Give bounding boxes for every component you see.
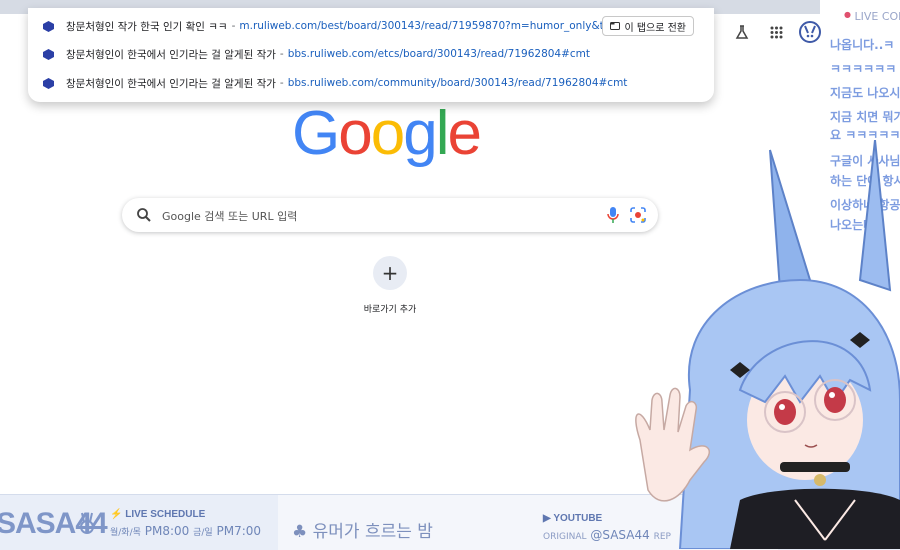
apps-grid-icon[interactable] — [766, 22, 786, 42]
chat-message: 지금도 나오시 — [830, 86, 900, 100]
toolbar-icons — [700, 20, 825, 44]
chat-message: 나옵니다..ㅋ — [830, 38, 895, 52]
add-shortcut-button[interactable]: + 바로가기 추가 — [354, 256, 426, 315]
labs-flask-icon[interactable] — [732, 22, 752, 42]
suggestion-separator: - — [231, 20, 236, 32]
tab-icon — [610, 22, 621, 30]
switch-to-tab-button[interactable]: 이 탭으로 전환 — [602, 16, 694, 36]
omnibox-suggestions: 창문처형인 작가 한국 인기 확인 ㅋㅋ - m.ruliweb.com/bes… — [28, 8, 714, 102]
logo-letter: l — [435, 99, 450, 168]
logo-letter: o — [338, 99, 373, 168]
search-icon — [137, 208, 151, 222]
youtube-prefix: ORIGINAL — [543, 532, 587, 542]
clover-icon: ♣ — [292, 522, 308, 542]
switch-to-tab-label: 이 탭으로 전환 — [624, 22, 686, 34]
add-shortcut-label: 바로가기 추가 — [363, 305, 417, 315]
bunny-icon — [80, 512, 94, 534]
chat-header: ● LIVE COMM — [844, 10, 900, 23]
schedule-time: PM7:00 — [216, 524, 262, 538]
ruliweb-favicon-icon — [43, 77, 54, 89]
chat-header-text: LIVE COMM — [854, 10, 900, 23]
voice-search-icon[interactable] — [606, 207, 620, 223]
youtube-title: YOUTUBE — [553, 513, 603, 524]
suggestion-row[interactable]: 창문처형인이 한국에서 인기라는 걸 알게된 작가 - bbs.ruliweb.… — [28, 40, 714, 68]
schedule-days: 월/화/목 — [110, 528, 141, 538]
profile-avatar-icon[interactable] — [798, 20, 822, 44]
schedule-days: 금/일 — [193, 528, 213, 538]
suggestion-row[interactable]: 창문처형인 작가 한국 인기 확인 ㅋㅋ - m.ruliweb.com/bes… — [28, 12, 714, 40]
logo-letter: g — [403, 99, 438, 168]
suggestion-separator: - — [279, 48, 284, 60]
chat-message: 지금 치면 뭐가 — [830, 110, 900, 124]
youtube-icon: ▶ — [543, 513, 551, 524]
plus-icon: + — [373, 256, 407, 290]
song-title: ♣ 유머가 흐르는 밤 — [292, 517, 433, 542]
google-logo: Google — [292, 98, 482, 170]
live-schedule: ⚡ LIVE SCHEDULE 월/화/목 PM8:00 금/일 PM7:00 — [110, 509, 261, 538]
logo-letter: G — [292, 99, 340, 168]
vtuber-avatar — [635, 140, 900, 549]
suggestion-url: bbs.ruliweb.com/etcs/board/300143/read/7… — [287, 48, 591, 60]
chat-message: ㅋㅋㅋㅋㅋㅋ — [830, 62, 897, 76]
song-title-text: 유머가 흐르는 밤 — [312, 522, 433, 542]
logo-letter: o — [370, 99, 406, 168]
suggestion-separator: - — [279, 77, 284, 89]
schedule-title: LIVE SCHEDULE — [125, 509, 206, 520]
suggestion-title: 창문처형인이 한국에서 인기라는 걸 알게된 작가 — [66, 48, 276, 61]
search-box[interactable] — [122, 198, 658, 232]
suggestion-title: 창문처형인이 한국에서 인기라는 걸 알게된 작가 — [66, 77, 276, 90]
ruliweb-favicon-icon — [43, 20, 54, 32]
lightning-icon: ⚡ — [110, 509, 123, 520]
suggestion-url: bbs.ruliweb.com/community/board/300143/r… — [287, 77, 628, 89]
suggestion-url: m.ruliweb.com/best/board/300143/read/719… — [239, 20, 635, 32]
suggestion-row[interactable]: 창문처형인이 한국에서 인기라는 걸 알게된 작가 - bbs.ruliweb.… — [28, 69, 714, 97]
ruliweb-favicon-icon — [43, 48, 54, 60]
schedule-time: PM8:00 — [144, 524, 190, 538]
search-input[interactable] — [160, 205, 594, 227]
logo-letter: e — [447, 99, 482, 168]
suggestion-title: 창문처형인 작가 한국 인기 확인 ㅋㅋ — [66, 20, 228, 33]
